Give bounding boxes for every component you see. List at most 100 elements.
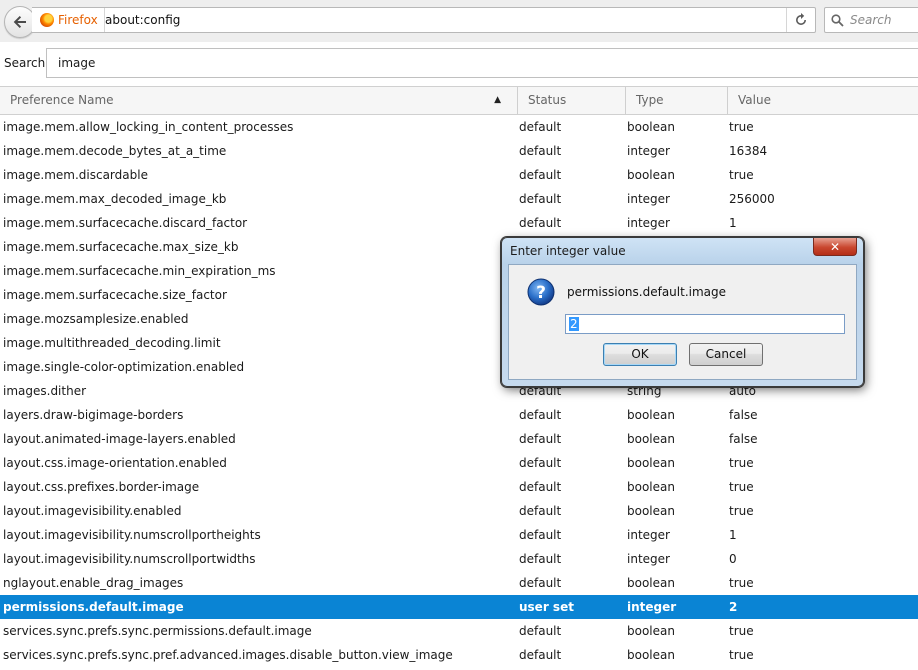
pref-type-cell: boolean (627, 648, 675, 662)
column-header-status[interactable]: Status (517, 87, 625, 114)
pref-type-cell: boolean (627, 120, 675, 134)
pref-status-cell: default (519, 144, 562, 158)
pref-value-cell: false (729, 408, 758, 422)
back-arrow-icon (13, 16, 26, 28)
table-row[interactable]: services.sync.prefs.sync.pref.advanced.i… (0, 643, 918, 667)
pref-value-cell: 16384 (729, 144, 768, 158)
pref-value-cell: 256000 (729, 192, 775, 206)
pref-value-cell: 2 (729, 600, 738, 614)
table-row[interactable]: image.mem.decode_bytes_at_a_time default i… (0, 139, 918, 163)
cancel-button[interactable]: Cancel (689, 343, 763, 366)
table-row[interactable]: layout.imagevisibility.numscrollportwidt… (0, 547, 918, 571)
pref-value-cell: true (729, 120, 754, 134)
table-row[interactable]: layout.css.image-orientation.enabled defa… (0, 451, 918, 475)
identity-box[interactable]: Firefox (40, 8, 105, 32)
pref-name-cell: image.mem.surfacecache.max_size_kb (3, 240, 239, 254)
table-row[interactable]: image.mem.allow_locking_in_content_proce… (0, 115, 918, 139)
url-text[interactable]: about:config (105, 13, 180, 27)
filter-input[interactable]: image (46, 48, 918, 78)
ok-button[interactable]: OK (603, 343, 677, 366)
pref-type-cell: integer (627, 192, 670, 206)
reload-button[interactable] (786, 8, 815, 32)
integer-value-input[interactable]: 2 (565, 314, 845, 334)
pref-status-cell: default (519, 576, 562, 590)
pref-type-cell: integer (627, 528, 670, 542)
table-row[interactable]: image.mem.surfacecache.discard_factor def… (0, 211, 918, 235)
table-row[interactable]: layers.draw-bigimage-borders default boole… (0, 403, 918, 427)
dialog-body: ? permissions.default.image 2 OK Cancel (508, 264, 857, 380)
dialog-title: Enter integer value (510, 244, 626, 258)
column-header-preference-name[interactable]: Preference Name ▲ (0, 87, 517, 114)
pref-value-cell: false (729, 432, 758, 446)
table-row[interactable]: permissions.default.image user set integer… (0, 595, 918, 619)
pref-type-cell: integer (627, 600, 677, 614)
pref-status-cell: default (519, 504, 562, 518)
pref-name-cell: services.sync.prefs.sync.pref.advanced.i… (3, 648, 453, 662)
pref-name-cell: image.single-color-optimization.enabled (3, 360, 245, 374)
pref-value-cell: true (729, 456, 754, 470)
close-icon: ✕ (829, 239, 841, 254)
pref-name-cell: image.mem.decode_bytes_at_a_time (3, 144, 227, 158)
pref-name-cell: services.sync.prefs.sync.permissions.def… (3, 624, 312, 638)
table-row[interactable]: layout.imagevisibility.enabled default boo… (0, 499, 918, 523)
pref-status-cell: default (519, 456, 562, 470)
pref-name-cell: image.mozsamplesize.enabled (3, 312, 189, 326)
pref-status-cell: user set (519, 600, 574, 614)
dialog-close-button[interactable]: ✕ (813, 238, 857, 256)
pref-status-cell: default (519, 480, 562, 494)
pref-name-cell: layout.css.image-orientation.enabled (3, 456, 227, 470)
search-icon (831, 13, 844, 27)
dialog-message: permissions.default.image (567, 285, 727, 299)
pref-name-cell: image.mem.allow_locking_in_content_proce… (3, 120, 294, 134)
pref-name-cell: image.mem.max_decoded_image_kb (3, 192, 227, 206)
question-icon: ? (527, 278, 555, 306)
pref-type-cell: boolean (627, 432, 675, 446)
pref-name-cell: layers.draw-bigimage-borders (3, 408, 184, 422)
pref-value-cell: true (729, 624, 754, 638)
pref-type-cell: boolean (627, 624, 675, 638)
table-row[interactable]: layout.imagevisibility.numscrollportheig… (0, 523, 918, 547)
pref-name-cell: image.mem.discardable (3, 168, 148, 182)
pref-status-cell: default (519, 408, 562, 422)
pref-status-cell: default (519, 648, 562, 662)
table-row[interactable]: services.sync.prefs.sync.permissions.def… (0, 619, 918, 643)
pref-type-cell: boolean (627, 456, 675, 470)
table-row[interactable]: image.mem.discardable default boolean true (0, 163, 918, 187)
browser-toolbar: Firefox about:config Search (0, 0, 918, 43)
pref-status-cell: default (519, 552, 562, 566)
pref-name-cell: layout.animated-image-layers.enabled (3, 432, 236, 446)
column-header-type[interactable]: Type (625, 87, 727, 114)
pref-name-cell: layout.imagevisibility.numscrollportwidt… (3, 552, 256, 566)
pref-status-cell: default (519, 528, 562, 542)
pref-name-cell: image.mem.surfacecache.min_expiration_ms (3, 264, 276, 278)
pref-status-cell: default (519, 120, 562, 134)
table-row[interactable]: layout.css.prefixes.border-image default b… (0, 475, 918, 499)
url-bar[interactable]: Firefox about:config (32, 7, 816, 33)
preferences-list: image.mem.allow_locking_in_content_proce… (0, 115, 918, 667)
pref-name-cell: image.mem.surfacecache.discard_factor (3, 216, 248, 230)
pref-value-cell: 1 (729, 528, 737, 542)
input-selected-text: 2 (569, 317, 579, 331)
pref-value-cell: true (729, 576, 754, 590)
integer-prompt-dialog: Enter integer value ✕ ? permissions.defa… (501, 237, 864, 387)
pref-type-cell: boolean (627, 408, 675, 422)
pref-type-cell: integer (627, 144, 670, 158)
pref-type-cell: boolean (627, 168, 675, 182)
table-row[interactable]: image.mem.max_decoded_image_kb default int… (0, 187, 918, 211)
table-header: Preference Name ▲ Status Type Value (0, 86, 918, 115)
pref-name-cell: nglayout.enable_drag_images (3, 576, 184, 590)
pref-value-cell: 1 (729, 216, 737, 230)
pref-value-cell: true (729, 504, 754, 518)
pref-type-cell: boolean (627, 576, 675, 590)
pref-name-cell: image.mem.surfacecache.size_factor (3, 288, 227, 302)
pref-name-cell: image.multithreaded_decoding.limit (3, 336, 221, 350)
firefox-logo-icon (40, 13, 54, 27)
table-row[interactable]: layout.animated-image-layers.enabled defa… (0, 427, 918, 451)
table-row[interactable]: nglayout.enable_drag_images default boolea… (0, 571, 918, 595)
pref-name-cell: layout.css.prefixes.border-image (3, 480, 200, 494)
column-header-value[interactable]: Value (727, 87, 918, 114)
pref-type-cell: boolean (627, 480, 675, 494)
pref-type-cell: integer (627, 216, 670, 230)
filter-label: Search: (4, 56, 50, 70)
search-bar[interactable]: Search (824, 7, 918, 33)
